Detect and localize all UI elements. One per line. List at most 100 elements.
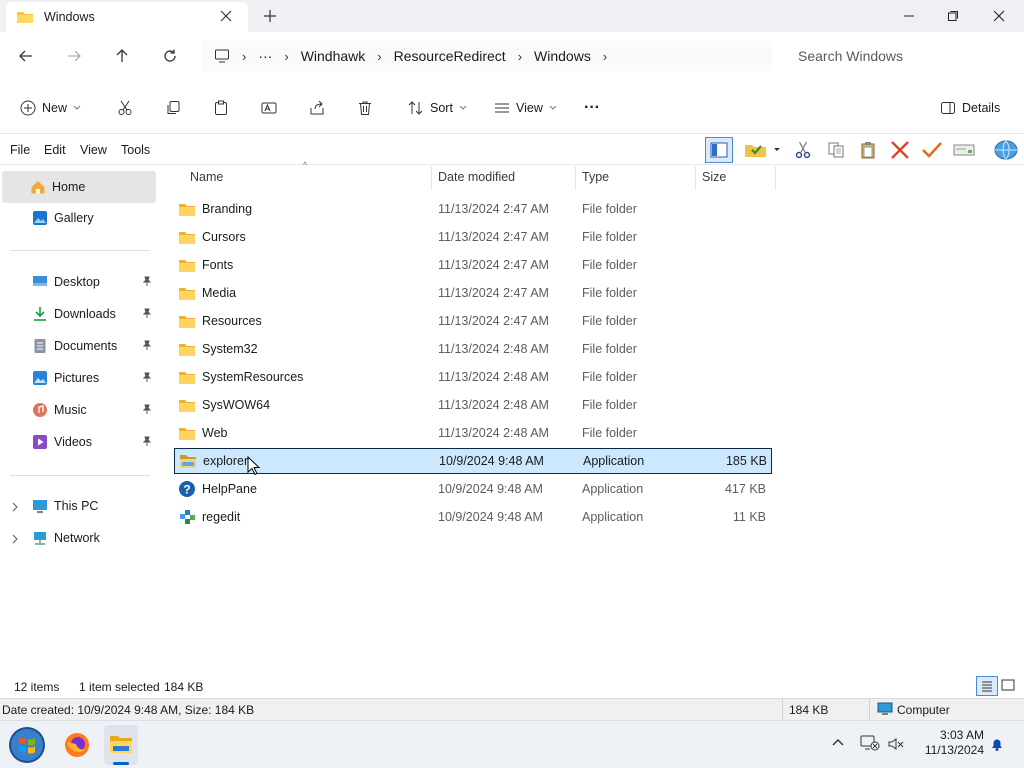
sort-ascending-icon: ^: [303, 160, 308, 170]
file-row[interactable]: explorer 10/9/2024 9:48 AM Application 185 …: [174, 448, 772, 474]
menu-tools[interactable]: Tools: [121, 143, 150, 157]
file-row[interactable]: Resources 11/13/2024 2:47 AM File folder: [174, 308, 772, 334]
refresh-icon[interactable]: [156, 42, 184, 70]
file-row[interactable]: Web 11/13/2024 2:48 AM File folder: [174, 420, 772, 446]
breadcrumb-item[interactable]: Windows: [534, 48, 591, 64]
details-button[interactable]: Details: [940, 96, 1000, 120]
paste-icon[interactable]: [213, 96, 229, 120]
file-row[interactable]: regedit 10/9/2024 9:48 AM Application 11 KB: [174, 504, 772, 530]
notification-bell-icon[interactable]: [989, 736, 1005, 752]
properties-check-icon[interactable]: [920, 139, 944, 161]
copy-tool-icon[interactable]: [824, 139, 848, 161]
sidebar-item-this-pc[interactable]: This PC: [4, 491, 156, 521]
sidebar-item-home[interactable]: Home: [2, 171, 156, 203]
up-arrow-icon[interactable]: [108, 42, 136, 70]
file-name: System32: [202, 342, 258, 356]
column-header-type[interactable]: Type: [582, 170, 609, 184]
new-label: New: [42, 101, 68, 115]
sidebar-item-videos[interactable]: Videos: [4, 427, 156, 457]
close-icon[interactable]: [976, 0, 1022, 32]
file-date: 11/13/2024 2:47 AM: [438, 230, 549, 244]
clock[interactable]: 3:03 AM 11/13/2024: [912, 728, 984, 758]
details-status-bar: Date created: 10/9/2024 9:48 AM, Size: 1…: [0, 698, 1024, 720]
internet-globe-icon[interactable]: [992, 139, 1020, 161]
sidebar-item-gallery[interactable]: Gallery: [4, 203, 156, 233]
pin-icon[interactable]: [142, 372, 152, 382]
network-status-icon[interactable]: [860, 735, 880, 751]
volume-muted-icon[interactable]: [888, 737, 904, 751]
tiles-view-icon[interactable]: [1001, 678, 1015, 692]
map-drive-icon[interactable]: [952, 139, 976, 161]
column-divider[interactable]: [575, 166, 576, 190]
menu-edit[interactable]: Edit: [44, 143, 66, 157]
start-button[interactable]: [8, 726, 46, 764]
maximize-icon[interactable]: [930, 0, 976, 32]
clock-date: 11/13/2024: [924, 743, 984, 757]
file-row[interactable]: Cursors 11/13/2024 2:47 AM File folder: [174, 224, 772, 250]
sort-button[interactable]: Sort: [408, 96, 467, 120]
file-row[interactable]: Branding 11/13/2024 2:47 AM File folder: [174, 196, 772, 222]
more-options-button[interactable]: ···: [584, 96, 600, 120]
cut-tool-icon[interactable]: [791, 139, 815, 161]
sidebar-item-network[interactable]: Network: [4, 523, 156, 553]
file-explorer-taskbar-button[interactable]: [104, 725, 138, 765]
pin-icon[interactable]: [142, 404, 152, 414]
column-header-date[interactable]: Date modified: [438, 170, 515, 184]
menu-file[interactable]: File: [10, 143, 30, 157]
delete-tool-icon[interactable]: [888, 139, 912, 161]
file-type: Application: [583, 454, 645, 468]
minimize-icon[interactable]: [886, 0, 932, 32]
delete-icon[interactable]: [357, 96, 373, 120]
cut-icon[interactable]: [117, 96, 133, 120]
navigation-pane-icon[interactable]: [705, 137, 733, 163]
file-row[interactable]: ? HelpPane 10/9/2024 9:48 AM Application 417…: [174, 476, 772, 502]
file-name: Resources: [202, 314, 262, 328]
details-view-icon[interactable]: [976, 676, 998, 696]
paste-tool-icon[interactable]: [856, 139, 880, 161]
folder-icon: [178, 370, 196, 385]
search-input[interactable]: Search Windows: [786, 41, 1020, 71]
pin-icon[interactable]: [142, 308, 152, 318]
forward-arrow-icon[interactable]: [60, 42, 88, 70]
file-row[interactable]: Media 11/13/2024 2:47 AM File folder: [174, 280, 772, 306]
pin-icon[interactable]: [142, 276, 152, 286]
pin-icon[interactable]: [142, 340, 152, 350]
breadcrumb[interactable]: › ··· › Windhawk › ResourceRedirect › Wi…: [202, 41, 772, 71]
computer-icon: [214, 49, 230, 63]
column-divider[interactable]: [695, 166, 696, 190]
chevron-right-icon[interactable]: ›: [603, 49, 607, 64]
back-arrow-icon[interactable]: [12, 42, 40, 70]
column-divider[interactable]: [775, 166, 776, 190]
sidebar-item-pictures[interactable]: Pictures: [4, 363, 156, 393]
column-header-name[interactable]: Name: [190, 170, 223, 184]
file-name: Web: [202, 426, 228, 440]
tab-windows[interactable]: Windows: [6, 2, 248, 32]
file-row[interactable]: Fonts 11/13/2024 2:47 AM File folder: [174, 252, 772, 278]
sidebar-item-documents[interactable]: Documents: [4, 331, 156, 361]
chevron-up-icon[interactable]: [831, 737, 845, 747]
rename-icon[interactable]: [261, 96, 277, 120]
file-row[interactable]: System32 11/13/2024 2:48 AM File folder: [174, 336, 772, 362]
sidebar-item-desktop[interactable]: Desktop: [4, 267, 156, 297]
column-header-size[interactable]: Size: [702, 170, 726, 184]
share-icon[interactable]: [309, 96, 325, 120]
copy-icon[interactable]: [165, 96, 181, 120]
tab-close-icon[interactable]: [218, 8, 234, 24]
file-row[interactable]: SysWOW64 11/13/2024 2:48 AM File folder: [174, 392, 772, 418]
menu-view[interactable]: View: [80, 143, 107, 157]
breadcrumb-item[interactable]: Windhawk: [301, 48, 366, 64]
view-button[interactable]: View: [494, 96, 557, 120]
breadcrumb-item[interactable]: ResourceRedirect: [394, 48, 506, 64]
firefox-icon[interactable]: [64, 732, 90, 758]
folder-icon: [178, 286, 196, 301]
pin-icon[interactable]: [142, 436, 152, 446]
sidebar-item-downloads[interactable]: Downloads: [4, 299, 156, 329]
breadcrumb-overflow[interactable]: ···: [258, 48, 272, 64]
sidebar-item-music[interactable]: Music: [4, 395, 156, 425]
folder-icon: [178, 230, 196, 245]
folder-options-icon[interactable]: [742, 139, 782, 161]
new-tab-icon[interactable]: [262, 8, 278, 24]
file-row[interactable]: SystemResources 11/13/2024 2:48 AM File fo…: [174, 364, 772, 390]
new-button[interactable]: New: [20, 96, 81, 120]
column-divider[interactable]: [431, 166, 432, 190]
